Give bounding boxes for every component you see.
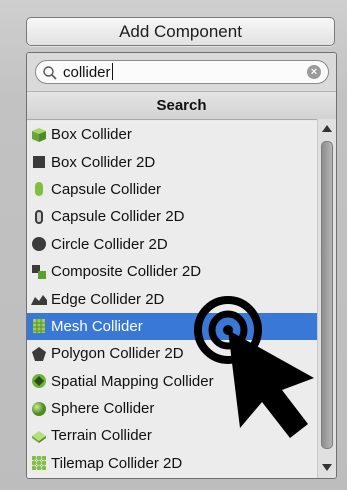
mesh-collider-icon [31,318,47,334]
add-component-button[interactable]: Add Component [26,17,335,46]
list-item-label: Edge Collider 2D [51,290,165,308]
list-item[interactable]: Composite Collider 2D [27,258,317,285]
scroll-down-arrow-icon[interactable] [322,464,332,471]
scroll-up-arrow-icon[interactable] [322,125,332,132]
clear-search-icon[interactable]: × [307,65,321,79]
capsule-collider-icon [31,181,47,197]
list-item-label: Tilemap Collider 2D [51,454,183,472]
list-item[interactable]: Box Collider 2D [27,148,317,175]
polygon-collider-2d-icon [31,346,47,362]
list-item[interactable]: Circle Collider 2D [27,231,317,258]
terrain-collider-icon [31,428,47,444]
search-input[interactable]: collider × [35,60,329,84]
add-component-label: Add Component [119,21,242,41]
list-item-label: Polygon Collider 2D [51,345,184,363]
list-item-label: Circle Collider 2D [51,235,168,253]
search-bar: collider × [27,53,336,92]
list-item-label: Terrain Collider [51,427,152,445]
search-input-value: collider [63,63,113,81]
hand-click-cursor-icon [194,296,314,438]
box-collider-2d-icon [31,154,47,170]
list-item-label: Box Collider 2D [51,153,156,171]
list-item[interactable]: Box Collider [27,121,317,148]
list-header: Search [27,92,336,120]
composite-collider-2d-icon [31,264,47,280]
list-item-label: Composite Collider 2D [51,263,202,281]
circle-collider-2d-icon [31,236,47,252]
capsule-collider-2d-icon [31,209,47,225]
edge-collider-2d-icon [31,291,47,307]
search-icon [43,66,57,80]
list-item[interactable]: Capsule Collider [27,176,317,203]
box-collider-icon [31,127,47,143]
list-item[interactable]: Tilemap Collider 2D [27,450,317,477]
spatial-mapping-collider-icon [31,373,47,389]
add-component-panel: Add Component collider × Search Box Coll… [0,0,347,490]
list-item[interactable]: Capsule Collider 2D [27,203,317,230]
tilemap-collider-2d-icon [31,455,47,471]
list-item-label: Mesh Collider [51,317,143,335]
list-item-label: Sphere Collider [51,400,155,418]
list-item-label: Capsule Collider [51,180,162,198]
list-item-label: Box Collider [51,126,132,144]
sphere-collider-icon [31,401,47,417]
list-item-label: Capsule Collider 2D [51,208,185,226]
